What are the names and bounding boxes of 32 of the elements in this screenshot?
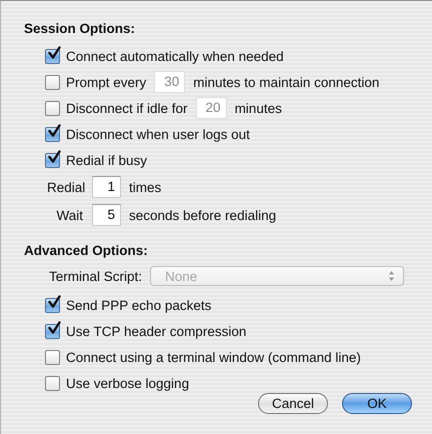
checkbox-label: Use verbose logging — [66, 376, 190, 390]
checkbox[interactable] — [45, 100, 60, 116]
checkbox-label: Use TCP header compression — [66, 324, 246, 338]
checkbox-label: Send PPP echo packets — [66, 298, 212, 312]
stepper-arrows-icon — [388, 270, 396, 282]
checkbox-label: Redial if busy — [66, 152, 148, 168]
checkbox-label: Connect automatically when needed — [66, 48, 284, 64]
field-suffix: seconds before redialing — [129, 208, 276, 222]
checkbox[interactable] — [45, 48, 60, 64]
dialog-button[interactable]: OK — [342, 393, 412, 414]
checkbox-label: Prompt every — [66, 74, 146, 90]
field-suffix: times — [129, 180, 162, 194]
checkbox-label: Disconnect when user logs out — [66, 126, 250, 142]
checkbox[interactable] — [45, 74, 60, 90]
field-label: Wait — [56, 208, 84, 222]
section-heading: Session Options: — [24, 20, 136, 38]
section-heading: Advanced Options: — [24, 242, 149, 260]
popup-label: Terminal Script: — [49, 268, 142, 284]
checkbox[interactable] — [45, 298, 60, 312]
checkbox[interactable] — [45, 324, 60, 338]
checkbox[interactable] — [45, 152, 60, 168]
number-field[interactable]: 5 — [92, 204, 121, 226]
checkbox[interactable] — [45, 350, 60, 364]
checkbox[interactable] — [45, 376, 60, 390]
checkbox-label: Disconnect if idle for — [66, 100, 188, 116]
field-label: Redial — [47, 180, 86, 194]
checkbox[interactable] — [45, 126, 60, 142]
checkbox-label: Connect using a terminal window (command line) — [66, 350, 361, 364]
number-field[interactable]: 1 — [92, 176, 121, 198]
dialog-button[interactable]: Cancel — [258, 393, 328, 414]
field-suffix: minutes — [234, 100, 282, 116]
field-suffix: minutes to maintain connection — [193, 74, 380, 90]
